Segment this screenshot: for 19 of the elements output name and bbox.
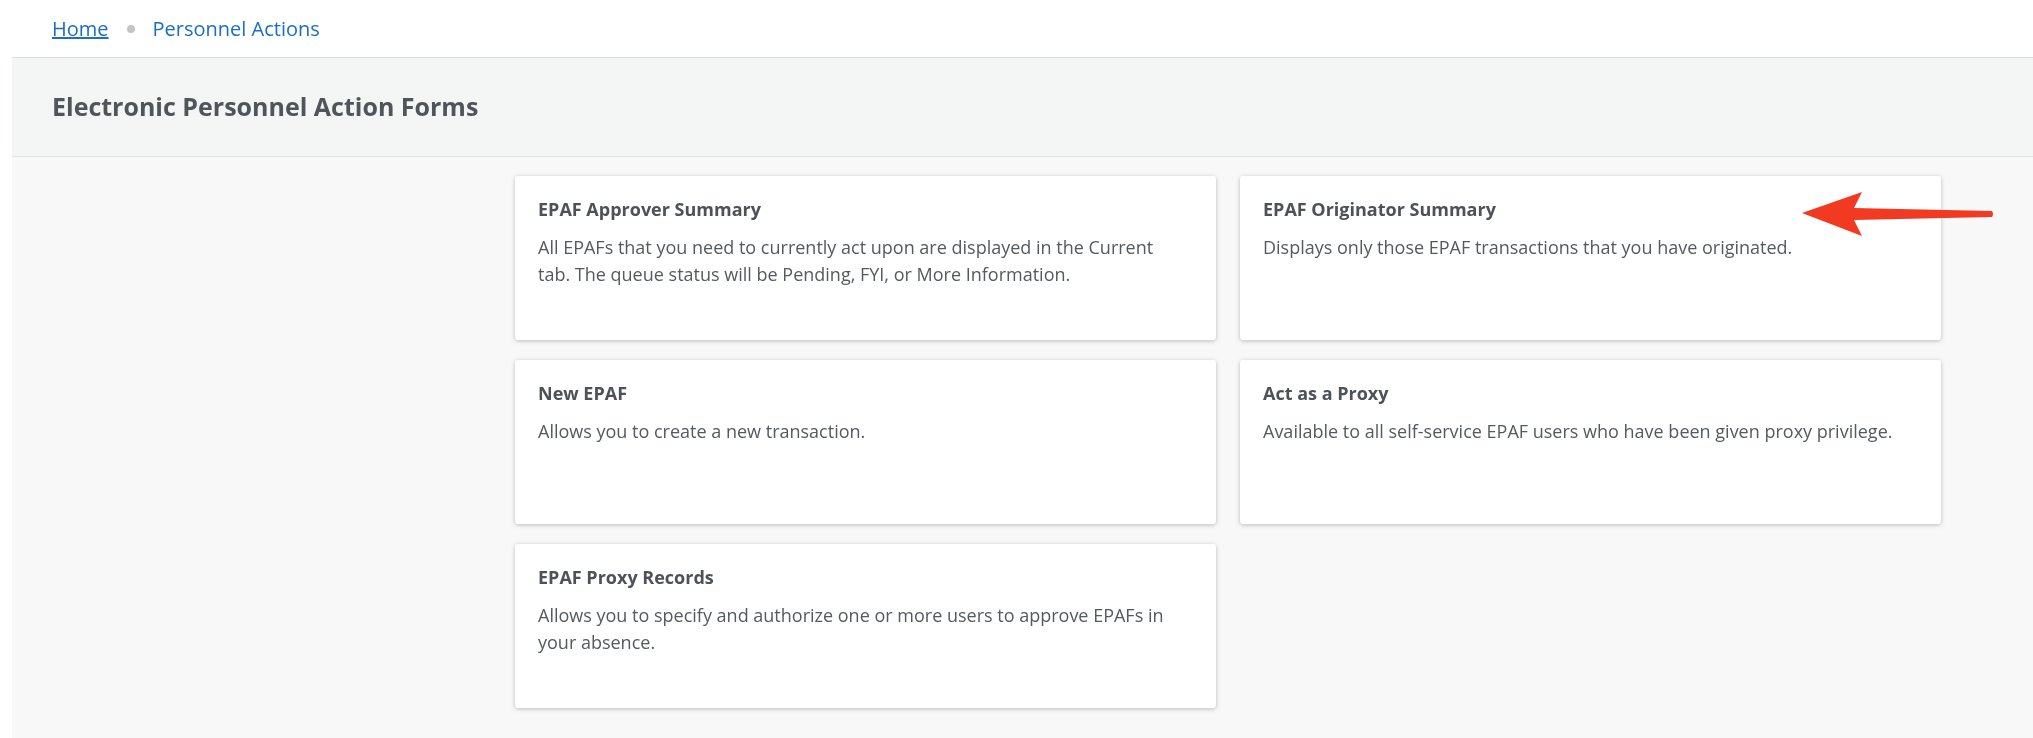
card-title: EPAF Approver Summary bbox=[538, 196, 762, 222]
action-card[interactable]: Act as a Proxy Available to all self-service EPAF users who have been given proxy privilege. bbox=[1240, 360, 1941, 524]
card-description: Available to all self-service EPAF users who have been given proxy privilege. bbox=[1263, 418, 1894, 445]
card-description: All EPAFs that you need to currently act upon are displayed in the Current tab. The queue status will be Pending, FYI, or More Information. bbox=[538, 234, 1155, 288]
card-title: EPAF Originator Summary bbox=[1263, 196, 1497, 222]
page-title: Electronic Personnel Action Forms bbox=[52, 88, 479, 126]
action-card[interactable]: New EPAF Allows you to create a new transaction. bbox=[515, 360, 1216, 524]
action-card[interactable]: EPAF Originator Summary Displays only those EPAF transactions that you have originated. bbox=[1240, 176, 1941, 340]
card-title: New EPAF bbox=[538, 380, 629, 406]
card-title: Act as a Proxy bbox=[1263, 380, 1390, 406]
breadcrumb-link[interactable]: Home bbox=[52, 13, 109, 44]
card-description: Displays only those EPAF transactions that you have originated. bbox=[1263, 234, 1794, 261]
card-title: EPAF Proxy Records bbox=[538, 564, 715, 590]
action-card[interactable]: EPAF Proxy Records Allows you to specify and authorize one or more users to approve EPAFs in your absence. bbox=[515, 544, 1216, 708]
action-card[interactable]: EPAF Approver Summary All EPAFs that you need to currently act upon are displayed in the Current tab. The queue status will be Pending, FYI, or More Information. bbox=[515, 176, 1216, 340]
breadcrumb-link[interactable]: Personnel Actions bbox=[152, 13, 320, 44]
card-description: Allows you to specify and authorize one or more users to approve EPAFs in your absence. bbox=[538, 602, 1165, 656]
card-description: Allows you to create a new transaction. bbox=[538, 418, 867, 445]
separator-icon bbox=[126, 24, 135, 33]
